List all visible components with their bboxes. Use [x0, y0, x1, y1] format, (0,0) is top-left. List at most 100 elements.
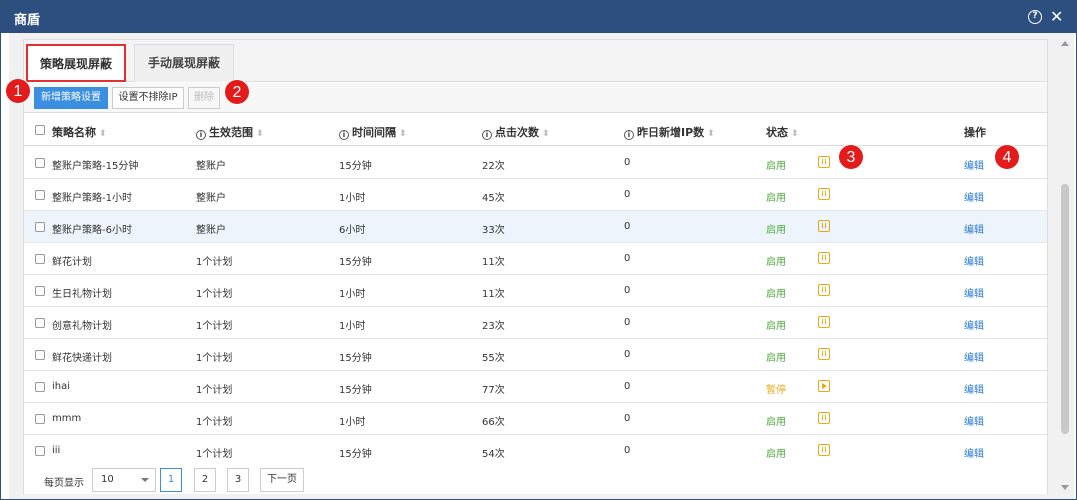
- help-icon[interactable]: ?: [1028, 10, 1042, 24]
- pause-icon[interactable]: [818, 252, 830, 264]
- pause-icon[interactable]: [818, 412, 830, 424]
- status-badge: 启用: [766, 257, 786, 268]
- cell-interval: 1小时: [339, 193, 366, 204]
- table-row[interactable]: 创意礼物计划 1个计划 1小时 23次 0 启用 编辑: [24, 307, 1047, 339]
- cell-new-ip: 0: [624, 413, 631, 424]
- scrollbar-thumb[interactable]: [1061, 184, 1069, 434]
- sort-icon[interactable]: ⬍: [707, 129, 715, 139]
- header-clicks[interactable]: i 点击次数 ⬍: [482, 124, 550, 140]
- table-row[interactable]: 整账户策略-1小时 整账户 1小时 45次 0 启用 编辑: [24, 179, 1047, 211]
- row-checkbox[interactable]: [35, 286, 45, 296]
- status-badge: 启用: [766, 449, 786, 460]
- edit-link[interactable]: 编辑: [964, 317, 984, 332]
- header-name[interactable]: 策略名称 ⬍: [52, 124, 107, 140]
- edit-link[interactable]: 编辑: [964, 445, 984, 460]
- pause-icon[interactable]: [818, 348, 830, 360]
- status-badge: 启用: [766, 161, 786, 172]
- per-page-label: 每页显示: [44, 478, 84, 489]
- row-checkbox[interactable]: [35, 382, 45, 392]
- table-row[interactable]: 整账户策略-6小时 整账户 6小时 33次 0 启用 编辑: [24, 211, 1047, 243]
- row-checkbox[interactable]: [35, 222, 45, 232]
- row-checkbox[interactable]: [35, 254, 45, 264]
- sort-icon[interactable]: ⬍: [399, 129, 407, 139]
- cell-interval: 1小时: [339, 321, 366, 332]
- cell-new-ip: 0: [624, 349, 631, 360]
- cell-new-ip: 0: [624, 253, 631, 264]
- edit-link[interactable]: 编辑: [964, 157, 984, 172]
- page-2-button[interactable]: 2: [194, 468, 216, 492]
- header-scope[interactable]: i 生效范围 ⬍: [196, 124, 264, 140]
- cell-scope: 整账户: [196, 161, 226, 172]
- pause-icon[interactable]: [818, 156, 830, 168]
- cell-new-ip: 0: [624, 189, 631, 200]
- header-new-ip[interactable]: i 昨日新增IP数 ⬍: [624, 124, 715, 140]
- table-row[interactable]: iii 1个计划 15分钟 54次 0 启用 编辑: [24, 435, 1047, 467]
- row-checkbox[interactable]: [35, 318, 45, 328]
- select-all-checkbox[interactable]: [35, 125, 45, 135]
- tab-manual-block[interactable]: 手动展现屏蔽: [134, 44, 234, 82]
- pause-icon[interactable]: [818, 188, 830, 200]
- row-checkbox[interactable]: [35, 350, 45, 360]
- pause-icon[interactable]: [818, 316, 830, 328]
- table-row[interactable]: mmm 1个计划 1小时 66次 0 启用 编辑: [24, 403, 1047, 435]
- cell-interval: 1小时: [339, 417, 366, 428]
- status-badge: 启用: [766, 289, 786, 300]
- edit-link[interactable]: 编辑: [964, 285, 984, 300]
- callout-marker-4: 4: [994, 144, 1020, 170]
- header-interval[interactable]: i 时间间隔 ⬍: [339, 124, 407, 140]
- edit-link[interactable]: 编辑: [964, 381, 984, 396]
- sort-icon[interactable]: ⬍: [99, 129, 107, 139]
- scroll-up-icon[interactable]: [1061, 41, 1069, 46]
- scrollbar[interactable]: [1059, 39, 1071, 495]
- cell-clicks: 23次: [482, 321, 505, 332]
- status-badge: 启用: [766, 353, 786, 364]
- cell-name: 鲜花计划: [52, 257, 92, 268]
- edit-link[interactable]: 编辑: [964, 349, 984, 364]
- pause-icon[interactable]: [818, 444, 830, 456]
- sort-icon[interactable]: ⬍: [542, 129, 550, 139]
- cell-scope: 1个计划: [196, 257, 233, 268]
- sort-icon[interactable]: ⬍: [791, 129, 799, 139]
- cell-name: 整账户策略-6小时: [52, 225, 132, 236]
- edit-link[interactable]: 编辑: [964, 413, 984, 428]
- sort-icon[interactable]: ⬍: [256, 129, 264, 139]
- status-badge: 启用: [766, 417, 786, 428]
- page-3-button[interactable]: 3: [227, 468, 249, 492]
- header-status[interactable]: 状态 ⬍: [766, 124, 799, 140]
- pause-icon[interactable]: [818, 220, 830, 232]
- cell-new-ip: 0: [624, 445, 631, 456]
- cell-name: ihai: [52, 381, 71, 392]
- pause-icon[interactable]: [818, 284, 830, 296]
- per-page-select[interactable]: 10: [92, 468, 156, 492]
- edit-link[interactable]: 编辑: [964, 189, 984, 204]
- row-checkbox[interactable]: [35, 446, 45, 456]
- close-icon[interactable]: ✕: [1050, 7, 1063, 26]
- tab-strategy-block[interactable]: 策略展现屏蔽: [26, 44, 126, 82]
- cell-scope: 整账户: [196, 225, 226, 236]
- cell-new-ip: 0: [624, 381, 631, 392]
- table-row[interactable]: ihai 1个计划 15分钟 77次 0 暂停 编辑: [24, 371, 1047, 403]
- status-badge: 暂停: [766, 385, 786, 396]
- window-title: 商盾: [14, 13, 41, 28]
- edit-link[interactable]: 编辑: [964, 253, 984, 268]
- next-page-button[interactable]: 下一页: [260, 468, 304, 492]
- row-checkbox[interactable]: [35, 414, 45, 424]
- edit-link[interactable]: 编辑: [964, 221, 984, 236]
- table-row[interactable]: 鲜花快递计划 1个计划 15分钟 55次 0 启用 编辑: [24, 339, 1047, 371]
- page-1-button[interactable]: 1: [160, 468, 182, 492]
- status-badge: 启用: [766, 225, 786, 236]
- play-icon[interactable]: [818, 380, 830, 392]
- callout-marker-3: 3: [838, 144, 864, 170]
- set-exclude-ip-button[interactable]: 设置不排除IP: [112, 87, 184, 109]
- cell-scope: 整账户: [196, 193, 226, 204]
- table-row[interactable]: 鲜花计划 1个计划 15分钟 11次 0 启用 编辑: [24, 243, 1047, 275]
- table-row[interactable]: 生日礼物计划 1个计划 1小时 11次 0 启用 编辑: [24, 275, 1047, 307]
- row-checkbox[interactable]: [35, 190, 45, 200]
- info-icon: i: [624, 130, 634, 140]
- add-strategy-button[interactable]: 新增策略设置: [34, 87, 108, 109]
- status-badge: 启用: [766, 193, 786, 204]
- delete-button[interactable]: 删除: [188, 87, 220, 109]
- row-checkbox[interactable]: [35, 158, 45, 168]
- table-row[interactable]: 整账户策略-15分钟 整账户 15分钟 22次 0 启用 编辑: [24, 147, 1047, 179]
- scroll-down-icon[interactable]: [1061, 485, 1069, 490]
